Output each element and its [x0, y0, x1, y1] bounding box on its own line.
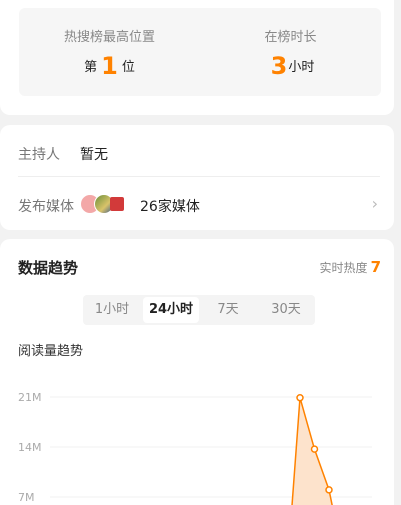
- info-card: 主持人 暂无 发布媒体 26家媒体 ›: [0, 125, 394, 230]
- duration-unit: 小时: [288, 60, 315, 75]
- time-range-tabs: 1小时 24小时 7天 30天: [83, 295, 315, 325]
- trend-title: 数据趋势: [18, 259, 79, 277]
- media-row[interactable]: 发布媒体 26家媒体 ›: [18, 177, 380, 229]
- duration-value: 3小时: [200, 52, 381, 80]
- chevron-right-icon: ›: [371, 194, 378, 213]
- tab-1h[interactable]: 1小时: [83, 295, 141, 325]
- ranking-card: 热搜榜最高位置 第1位 在榜时长 3小时: [0, 0, 394, 115]
- media-avatar: [110, 197, 124, 211]
- heat-value: 7: [370, 258, 381, 276]
- y-axis-ticks: 21M 14M 7M: [18, 391, 42, 504]
- y-tick-label: 7M: [18, 491, 35, 504]
- heat-label: 实时热度: [319, 261, 368, 275]
- trend-point: [310, 445, 319, 453]
- tab-7d[interactable]: 7天: [199, 295, 257, 325]
- host-value: 暂无: [80, 147, 108, 163]
- host-row: 主持人 暂无: [18, 125, 380, 177]
- media-avatars: [80, 194, 134, 214]
- peak-position-value: 第1位: [19, 52, 200, 80]
- y-tick-label: 21M: [18, 391, 42, 404]
- chart-subtitle: 阅读量趋势: [18, 344, 84, 359]
- read-trend-chart: 21M 14M 7M: [18, 391, 372, 505]
- media-count: 26家媒体: [140, 199, 200, 215]
- peak-prefix: 第: [84, 60, 98, 75]
- peak-suffix: 位: [121, 60, 135, 75]
- ranking-stats-box: 热搜榜最高位置 第1位 在榜时长 3小时: [19, 8, 381, 96]
- y-tick-label: 14M: [18, 441, 42, 454]
- duration-label: 在榜时长: [264, 30, 317, 45]
- trend-point: [296, 393, 304, 402]
- tab-30d[interactable]: 30天: [257, 295, 315, 325]
- tab-24h[interactable]: 24小时: [143, 297, 199, 323]
- peak-position-label: 热搜榜最高位置: [63, 30, 155, 45]
- realtime-heat: 实时热度 7: [320, 258, 381, 276]
- duration-number: 3: [270, 52, 288, 80]
- trend-point: [325, 486, 333, 494]
- peak-number: 1: [101, 52, 118, 80]
- media-label: 发布媒体: [18, 199, 74, 215]
- trend-card: 数据趋势 实时热度 7 1小时 24小时 7天 30天 阅读量趋势 21M 14M 7…: [0, 239, 394, 505]
- peak-position-stat: 热搜榜最高位置 第1位: [19, 8, 200, 96]
- host-label: 主持人: [18, 147, 60, 163]
- duration-stat: 在榜时长 3小时: [200, 8, 381, 96]
